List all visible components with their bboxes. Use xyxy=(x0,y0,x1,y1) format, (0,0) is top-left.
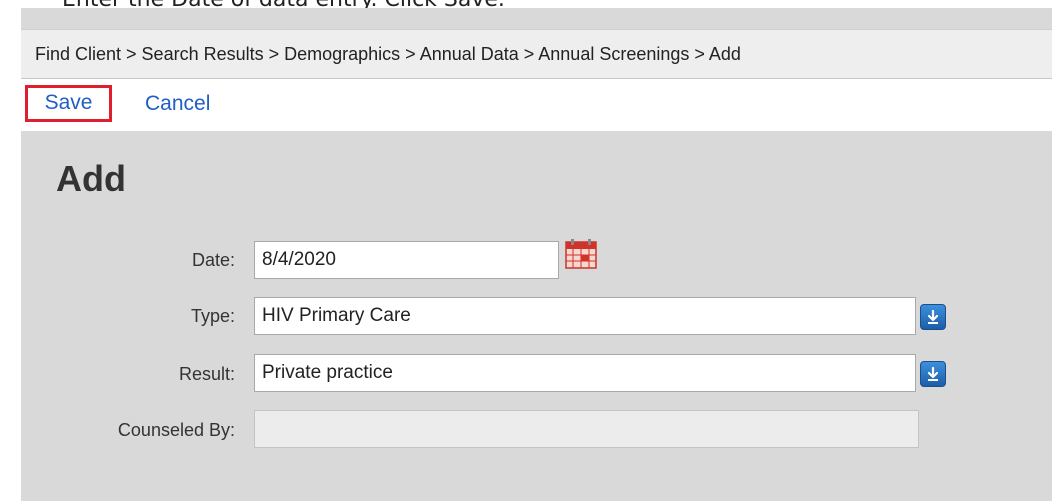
toolbar: Save Cancel xyxy=(21,79,1052,131)
counseled-by-field xyxy=(254,410,919,448)
download-arrow-icon xyxy=(927,366,939,381)
cancel-button[interactable]: Cancel xyxy=(145,92,210,116)
save-button[interactable]: Save xyxy=(25,85,112,122)
breadcrumb-text: Find Client > Search Results > Demograph… xyxy=(35,44,741,64)
type-select[interactable]: HIV Primary Care xyxy=(254,297,916,335)
breadcrumb: Find Client > Search Results > Demograph… xyxy=(21,29,1052,79)
result-select[interactable]: Private practice xyxy=(254,354,916,392)
page-title: Add xyxy=(56,158,126,199)
result-label: Result: xyxy=(178,364,235,384)
type-label: Type: xyxy=(190,306,235,326)
calendar-icon[interactable] xyxy=(565,239,598,270)
app-window: Find Client > Search Results > Demograph… xyxy=(21,8,1052,501)
type-dropdown-button[interactable] xyxy=(920,304,946,330)
date-field[interactable]: 8/4/2020 xyxy=(254,241,559,279)
counseled-by-label: Counseled By: xyxy=(117,420,235,440)
result-dropdown-button[interactable] xyxy=(920,361,946,387)
download-arrow-icon xyxy=(927,309,939,324)
date-label: Date: xyxy=(191,250,235,270)
